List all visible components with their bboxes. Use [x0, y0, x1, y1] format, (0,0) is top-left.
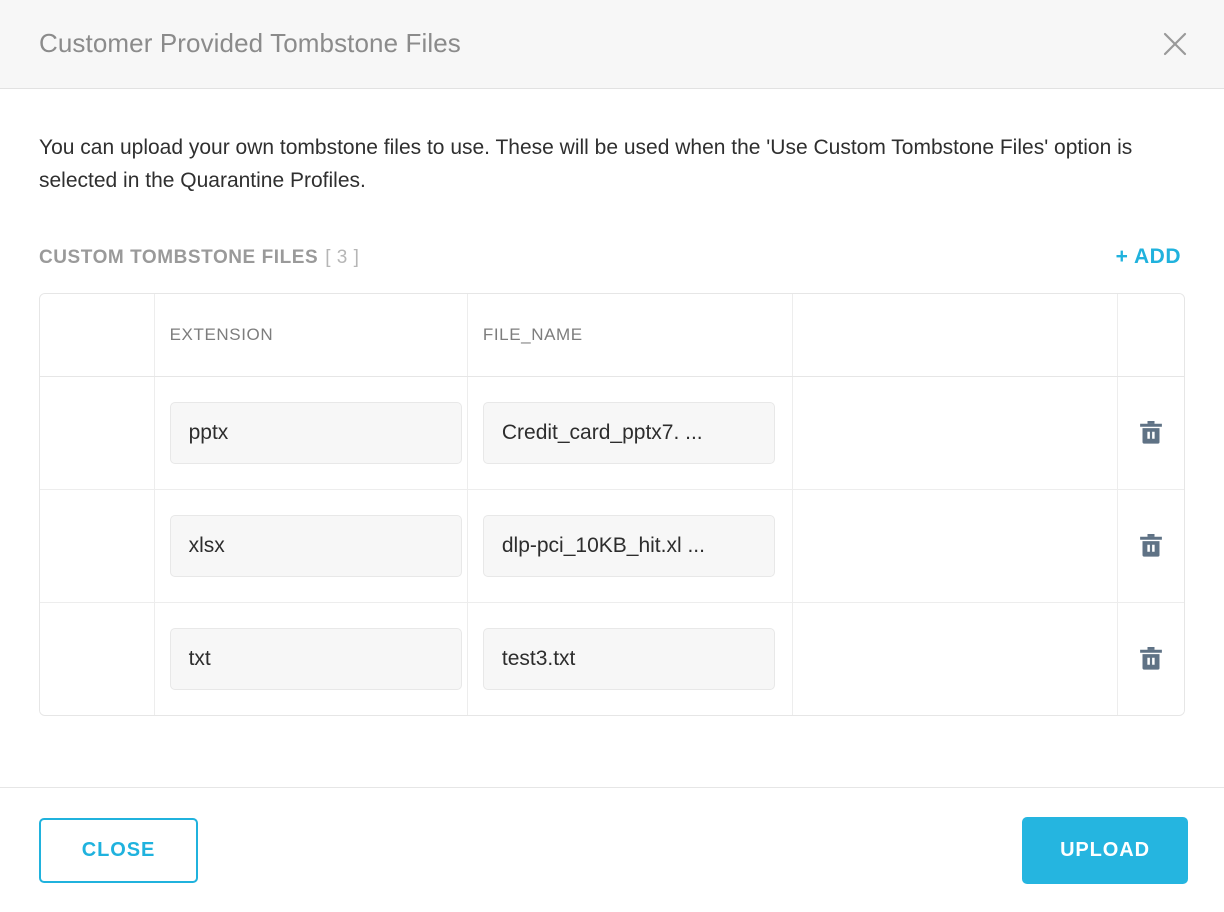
add-button[interactable]: + ADD: [1112, 243, 1185, 271]
table-header-row: EXTENSION FILE_NAME: [40, 294, 1184, 377]
dialog-body: You can upload your own tombstone files …: [0, 89, 1224, 787]
extension-input[interactable]: xlsx: [169, 514, 462, 577]
dialog-description: You can upload your own tombstone files …: [39, 136, 1133, 192]
row-gap-cell: [792, 376, 1119, 490]
row-actions-cell: [1117, 489, 1184, 603]
row-spacer-cell: [40, 489, 155, 603]
close-footer-button[interactable]: CLOSE: [39, 817, 198, 883]
close-button[interactable]: [1152, 21, 1198, 67]
trash-icon: [1136, 531, 1166, 561]
delete-row-button[interactable]: [1129, 411, 1173, 455]
section-title-label: CUSTOM TOMBSTONE FILES: [39, 247, 319, 268]
extension-cell: txt: [154, 602, 468, 715]
column-header-gap: [792, 294, 1119, 377]
table-row: txt test3.txt: [40, 602, 1184, 715]
column-header-spacer: [40, 294, 155, 377]
tombstone-files-dialog: Customer Provided Tombstone Files You ca…: [0, 0, 1224, 912]
column-header-actions: [1117, 294, 1184, 377]
column-header-file-name: FILE_NAME: [467, 294, 794, 377]
file-name-cell: test3.txt: [467, 602, 794, 715]
custom-tombstone-files-table: EXTENSION FILE_NAME pptx Credit_card_ppt…: [39, 293, 1185, 716]
section-count-badge: [ 3 ]: [325, 247, 360, 268]
file-name-cell: Credit_card_pptx7. ...: [467, 376, 794, 490]
row-actions-cell: [1117, 602, 1184, 715]
file-name-cell: dlp-pci_10KB_hit.xl ...: [467, 489, 794, 603]
section-header: CUSTOM TOMBSTONE FILES [ 3 ] + ADD: [39, 243, 1185, 271]
delete-row-button[interactable]: [1129, 524, 1173, 568]
close-icon: [1162, 31, 1188, 57]
row-gap-cell: [792, 489, 1119, 603]
table-body: pptx Credit_card_pptx7. ... xlsx dlp-pci…: [40, 376, 1184, 715]
file-name-input[interactable]: Credit_card_pptx7. ...: [482, 401, 775, 464]
column-header-extension: EXTENSION: [154, 294, 468, 377]
extension-cell: pptx: [154, 376, 468, 490]
row-spacer-cell: [40, 376, 155, 490]
dialog-footer: CLOSE UPLOAD: [0, 787, 1224, 912]
extension-input[interactable]: pptx: [169, 401, 462, 464]
table-row: xlsx dlp-pci_10KB_hit.xl ...: [40, 489, 1184, 603]
file-name-input[interactable]: dlp-pci_10KB_hit.xl ...: [482, 514, 775, 577]
delete-row-button[interactable]: [1129, 637, 1173, 681]
file-name-input[interactable]: test3.txt: [482, 627, 775, 690]
row-spacer-cell: [40, 602, 155, 715]
row-actions-cell: [1117, 376, 1184, 490]
section-title: CUSTOM TOMBSTONE FILES [ 3 ]: [39, 247, 359, 269]
extension-cell: xlsx: [154, 489, 468, 603]
dialog-header: Customer Provided Tombstone Files: [0, 0, 1224, 89]
upload-button[interactable]: UPLOAD: [1022, 816, 1188, 884]
trash-icon: [1136, 418, 1166, 448]
page-title: Customer Provided Tombstone Files: [39, 28, 461, 59]
row-gap-cell: [792, 602, 1119, 715]
extension-input[interactable]: txt: [169, 627, 462, 690]
trash-icon: [1136, 644, 1166, 674]
table-row: pptx Credit_card_pptx7. ...: [40, 376, 1184, 490]
